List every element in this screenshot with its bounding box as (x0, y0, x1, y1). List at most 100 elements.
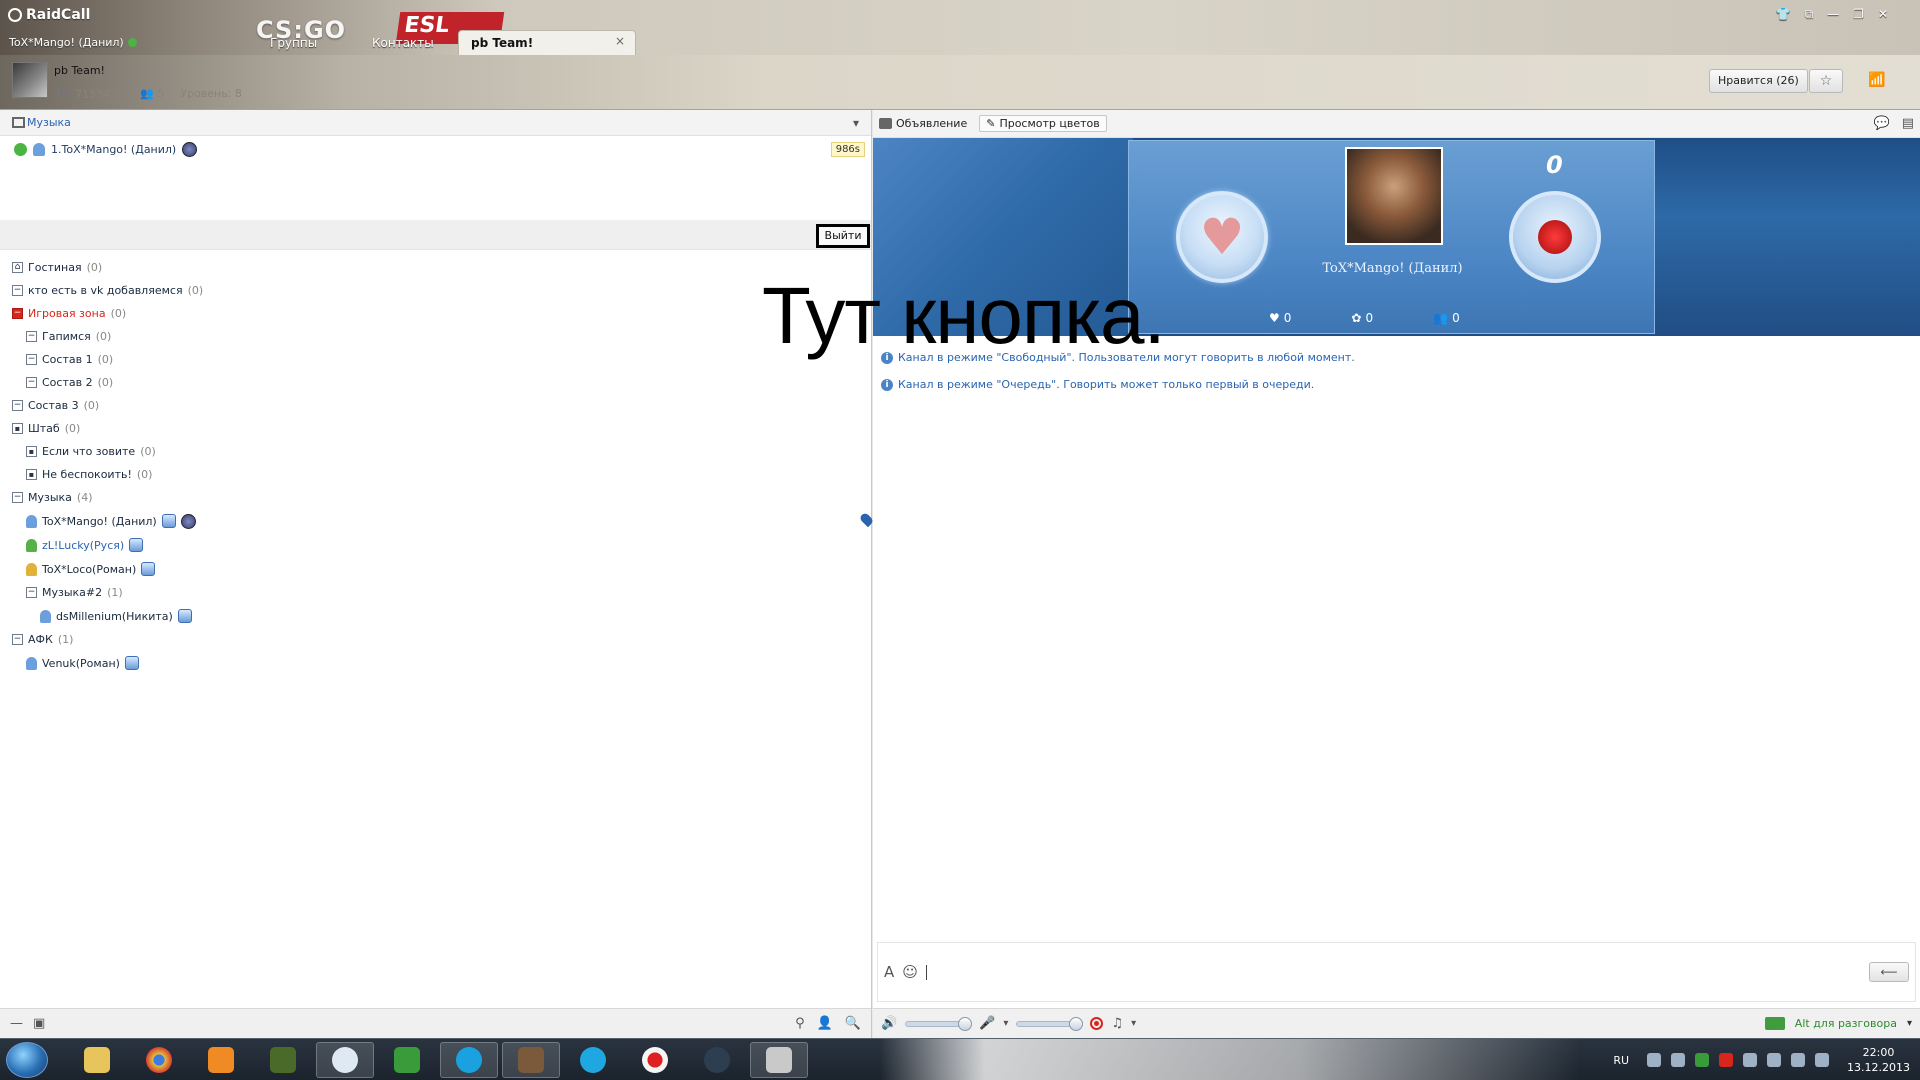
chat-settings-icon[interactable]: 💬 (1874, 116, 1890, 131)
taskbar-app-raidcall[interactable] (316, 1042, 374, 1078)
exit-queue-button[interactable]: Выйти (816, 224, 870, 248)
taskbar-app-steam[interactable] (688, 1042, 746, 1078)
like-button[interactable]: Нравится (26) (1709, 69, 1808, 93)
language-indicator[interactable]: RU (1613, 1054, 1629, 1067)
current-channel-title[interactable]: Музыка (27, 116, 71, 129)
collapse-icon[interactable] (12, 308, 23, 319)
queue-options-icon[interactable]: ▾ (853, 116, 859, 130)
chrome-icon (146, 1047, 172, 1073)
channel-item[interactable]: Гостиная(0) (12, 256, 859, 279)
send-button[interactable]: ⟵ (1869, 962, 1909, 982)
ptt-dropdown-icon[interactable]: ▾ (1907, 1018, 1912, 1029)
push-to-talk[interactable]: Alt для разговора ▾ (1764, 1017, 1912, 1030)
announcement-button[interactable]: Объявление (879, 117, 967, 130)
maximize-icon[interactable]: ❐ (1853, 7, 1864, 22)
windows-taskbar: RU 22:00 13.12.2013 (0, 1038, 1920, 1080)
taskbar-app-emis[interactable] (254, 1042, 312, 1078)
mic-dropdown-icon[interactable]: ▾ (1003, 1018, 1008, 1029)
message-input[interactable]: A ☺ ⟵ (877, 942, 1916, 1002)
channel-item[interactable]: Гапимся(0) (12, 325, 859, 348)
taskbar-app-rec[interactable] (626, 1042, 684, 1078)
channel-item[interactable]: кто есть в vk добавляемся(0) (12, 279, 859, 302)
raidcall-icon (332, 1047, 358, 1073)
current-user[interactable]: ToX*Mango! (Данил) (9, 36, 137, 49)
collapse-icon[interactable] (26, 377, 37, 388)
layout-icon[interactable]: ▤ (1902, 116, 1914, 131)
collapse-all-icon[interactable]: — (10, 1016, 23, 1031)
mic-volume-slider[interactable] (1016, 1016, 1084, 1031)
view-colors-button[interactable]: ✎ Просмотр цветов (979, 115, 1107, 132)
user-item[interactable]: dsMillenium(Никита) (12, 604, 859, 628)
user-item[interactable]: ToX*Loco(Роман) (12, 557, 859, 581)
close-icon[interactable]: ✕ (1878, 7, 1888, 22)
channel-item[interactable]: Если что зовите(0) (12, 440, 859, 463)
channel-item[interactable]: Состав 2(0) (12, 371, 859, 394)
taskbar-app-game[interactable] (378, 1042, 436, 1078)
audio-footer: 🔊 🎤 ▾ ♫ ▾ Alt для разговора ▾ (873, 1008, 1920, 1038)
tray-icon[interactable] (1647, 1053, 1662, 1067)
mic-icon[interactable]: 🎤 (979, 1016, 995, 1031)
taskbar-app-avatar[interactable] (502, 1042, 560, 1078)
channel-item[interactable]: Штаб(0) (12, 417, 859, 440)
channel-avatar[interactable] (12, 62, 48, 98)
mini-mode-icon[interactable]: ⧉ (1805, 7, 1814, 22)
slider-knob[interactable] (958, 1016, 973, 1031)
minimize-icon[interactable]: — (1827, 7, 1839, 22)
emoji-icon[interactable]: ☺ (902, 963, 918, 981)
taskbar-app-xfire[interactable] (750, 1042, 808, 1078)
volume-icon[interactable] (1791, 1053, 1806, 1067)
tab-close-icon[interactable]: × (615, 34, 625, 48)
nav-contacts[interactable]: Контакты (372, 36, 434, 50)
music-icon[interactable]: ♫ (1111, 1016, 1123, 1031)
taskbar-app-media[interactable] (192, 1042, 250, 1078)
collapse-icon[interactable] (12, 634, 23, 645)
collapse-icon[interactable] (12, 492, 23, 503)
collapse-icon[interactable] (12, 400, 23, 411)
channel-item[interactable]: Не беспокоить!(0) (12, 463, 859, 486)
favorite-star-icon[interactable]: ☆ (1809, 69, 1843, 93)
user-item[interactable]: zL!Lucky(Руся) (12, 533, 859, 557)
channel-item[interactable]: АФК(1) (12, 628, 859, 651)
network-icon[interactable] (1767, 1053, 1782, 1067)
user-item[interactable]: ToX*Mango! (Данил) (12, 509, 875, 533)
tray-icon[interactable] (1719, 1053, 1734, 1067)
speaker-volume-slider[interactable] (905, 1016, 973, 1031)
font-icon[interactable]: A (884, 963, 894, 981)
user-list-icon[interactable]: 👤 (817, 1016, 833, 1031)
skin-icon[interactable]: 👕 (1776, 7, 1791, 22)
nav-groups[interactable]: Группы (270, 36, 317, 50)
action-center-icon[interactable] (1815, 1053, 1830, 1067)
tab-pb-team[interactable]: pb Team! × (458, 30, 636, 55)
slider-knob[interactable] (1069, 1016, 1084, 1031)
taskbar-app-skype[interactable] (440, 1042, 498, 1078)
search-icon[interactable]: 🔍 (845, 1016, 861, 1031)
speaker-icon[interactable]: 🔊 (881, 1016, 897, 1031)
music-dropdown-icon[interactable]: ▾ (1131, 1018, 1136, 1029)
taskbar-app-folder[interactable] (68, 1042, 126, 1078)
collapse-icon[interactable] (26, 354, 37, 365)
user-item[interactable]: Venuk(Роман) (12, 651, 859, 675)
start-button[interactable] (6, 1042, 48, 1078)
clock[interactable]: 22:00 13.12.2013 (1847, 1045, 1910, 1075)
tray-icon[interactable] (1671, 1053, 1686, 1067)
collapse-icon[interactable] (26, 587, 37, 598)
profile-photo[interactable] (1345, 147, 1443, 245)
taskbar-app-z[interactable] (564, 1042, 622, 1078)
mic-queue: 1.ToX*Mango! (Данил) 986s (0, 136, 871, 220)
taskbar-app-chrome[interactable] (130, 1042, 188, 1078)
channel-item[interactable]: Музыка#2(1) (12, 581, 859, 604)
location-pin-icon[interactable] (858, 511, 875, 528)
record-icon[interactable] (1090, 1017, 1104, 1030)
collapse-icon[interactable] (26, 331, 37, 342)
channel-item[interactable]: Состав 1(0) (12, 348, 859, 371)
heart-icon: ♥ (1269, 311, 1280, 325)
collapse-icon[interactable] (12, 285, 23, 296)
tray-icon[interactable] (1695, 1053, 1710, 1067)
channel-info-icon[interactable]: ▣ (33, 1016, 45, 1031)
locate-icon[interactable]: ⚲ (795, 1016, 805, 1031)
channel-item[interactable]: Состав 3(0) (12, 394, 859, 417)
channel-item[interactable]: Музыка(4) (12, 486, 859, 509)
channel-item[interactable]: Игровая зона(0) (12, 302, 859, 325)
tray-icon[interactable] (1743, 1053, 1758, 1067)
queue-item[interactable]: 1.ToX*Mango! (Данил) (14, 142, 857, 157)
